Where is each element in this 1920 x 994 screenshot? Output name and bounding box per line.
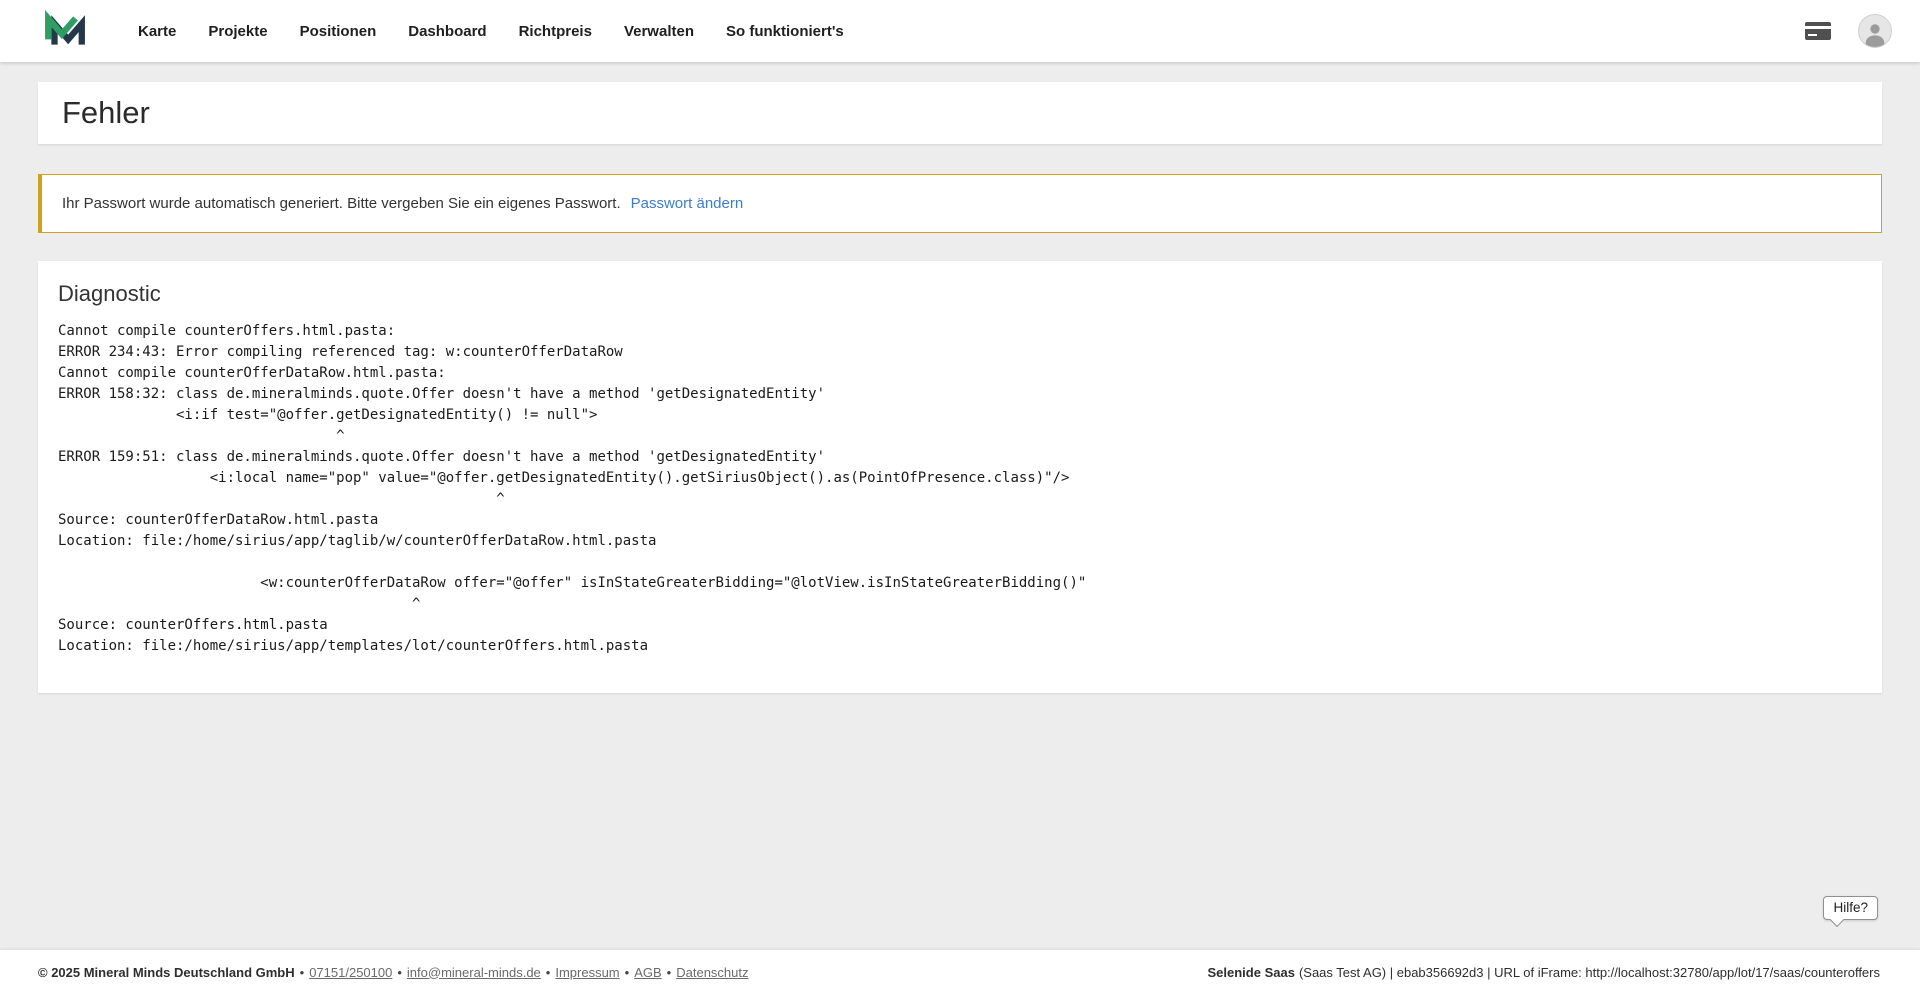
user-avatar[interactable] [1858,14,1892,48]
nav-item-karte[interactable]: Karte [138,23,176,40]
separator: • [625,965,630,980]
separator: • [397,965,402,980]
email-link[interactable]: info@mineral-minds.de [407,965,541,980]
phone-link[interactable]: 07151/250100 [309,965,392,980]
separator: • [300,965,305,980]
nav-item-so-funktionierts[interactable]: So funktioniert's [726,23,844,40]
help-label: Hilfe? [1833,900,1868,915]
page-title-card: Fehler [38,82,1882,144]
main-nav: Karte Projekte Positionen Dashboard Rich… [138,23,844,40]
change-password-link[interactable]: Passwort ändern [631,195,744,212]
copyright-text: © 2025 Mineral Minds Deutschland GmbH [38,965,295,980]
separator: • [667,965,672,980]
password-alert: Ihr Passwort wurde automatisch generiert… [38,174,1882,233]
payment-card-icon[interactable] [1804,21,1832,41]
navbar-right [1804,14,1892,48]
page-title: Fehler [62,95,1858,131]
agb-link[interactable]: AGB [634,965,661,980]
impressum-link[interactable]: Impressum [555,965,619,980]
session-info: (Saas Test AG) | ebab356692d3 | URL of i… [1299,965,1880,980]
top-navbar: Karte Projekte Positionen Dashboard Rich… [0,0,1920,62]
separator: • [546,965,551,980]
diagnostic-output: Cannot compile counterOffers.html.pasta:… [58,321,1862,657]
main-content: Fehler Ihr Passwort wurde automatisch ge… [0,62,1920,950]
help-button[interactable]: Hilfe? [1823,896,1878,920]
diagnostic-title: Diagnostic [58,281,1862,307]
person-icon [1861,19,1889,47]
footer: © 2025 Mineral Minds Deutschland GmbH • … [0,950,1920,994]
brand-m-icon [44,10,86,52]
logo[interactable] [44,10,86,52]
nav-item-positionen[interactable]: Positionen [300,23,377,40]
nav-item-verwalten[interactable]: Verwalten [624,23,694,40]
nav-item-richtpreis[interactable]: Richtpreis [519,23,592,40]
nav-item-dashboard[interactable]: Dashboard [408,23,486,40]
footer-left: © 2025 Mineral Minds Deutschland GmbH • … [38,965,749,980]
datenschutz-link[interactable]: Datenschutz [676,965,748,980]
footer-right: Selenide Saas (Saas Test AG) | ebab35669… [1208,965,1881,980]
diagnostic-card: Diagnostic Cannot compile counterOffers.… [38,261,1882,693]
account-name: Selenide Saas [1208,965,1295,980]
nav-item-projekte[interactable]: Projekte [208,23,267,40]
alert-message: Ihr Passwort wurde automatisch generiert… [62,195,621,212]
